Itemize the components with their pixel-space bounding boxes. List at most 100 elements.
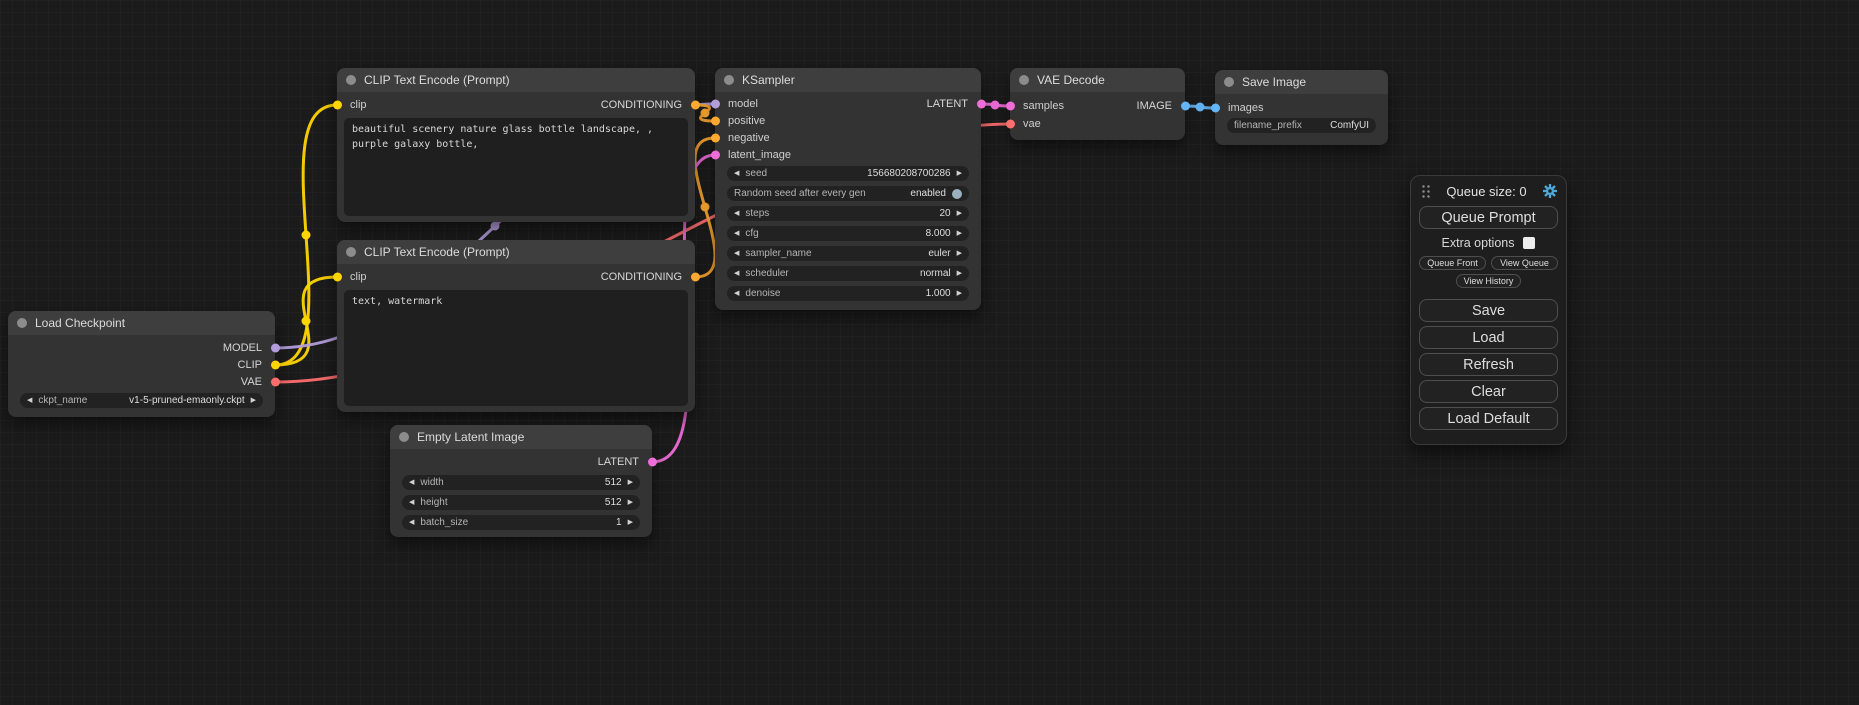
samples-input-dot[interactable] <box>1006 102 1015 111</box>
right-arrow-icon[interactable]: ▶ <box>628 499 633 506</box>
node-ksampler[interactable]: KSampler model LATENT positive negative … <box>715 68 981 310</box>
latent-output-dot[interactable] <box>977 99 986 108</box>
conditioning-output-dot[interactable] <box>691 101 700 110</box>
random-seed-toggle-icon[interactable] <box>952 189 962 199</box>
node-title-bar[interactable]: CLIP Text Encode (Prompt) <box>337 68 695 92</box>
right-arrow-icon[interactable]: ▶ <box>957 170 962 177</box>
node-title-bar[interactable]: Save Image <box>1215 70 1388 94</box>
scheduler-widget[interactable]: ◀ scheduler normal ▶ <box>727 266 969 281</box>
left-arrow-icon[interactable]: ◀ <box>734 250 739 257</box>
samples-input-label: samples <box>1023 100 1064 112</box>
left-arrow-icon[interactable]: ◀ <box>409 499 414 506</box>
node-title-text: VAE Decode <box>1037 73 1105 87</box>
height-widget[interactable]: ◀ height 512 ▶ <box>402 495 640 510</box>
settings-gear-icon[interactable] <box>1542 183 1558 199</box>
right-arrow-icon[interactable]: ▶ <box>628 519 633 526</box>
left-arrow-icon[interactable]: ◀ <box>734 210 739 217</box>
save-button[interactable]: Save <box>1419 299 1558 322</box>
node-status-dot-icon <box>724 75 734 85</box>
negative-input-label: negative <box>728 132 770 144</box>
node-title-bar[interactable]: CLIP Text Encode (Prompt) <box>337 240 695 264</box>
steps-widget[interactable]: ◀ steps 20 ▶ <box>727 206 969 221</box>
node-graph-canvas[interactable]: { "colors": { "model": "#B39DDB", "clip"… <box>0 0 1859 705</box>
queue-size-label: Queue size: 0 <box>1431 184 1542 199</box>
left-arrow-icon[interactable]: ◀ <box>734 170 739 177</box>
clear-button[interactable]: Clear <box>1419 380 1558 403</box>
left-arrow-icon[interactable]: ◀ <box>734 290 739 297</box>
model-input-label: model <box>728 98 758 110</box>
node-title-text: Save Image <box>1242 75 1306 89</box>
positive-input-dot[interactable] <box>711 116 720 125</box>
model-output-dot[interactable] <box>271 343 280 352</box>
view-history-button[interactable]: View History <box>1456 274 1522 288</box>
positive-prompt-text[interactable]: beautiful scenery nature glass bottle la… <box>344 118 688 216</box>
filename-prefix-widget[interactable]: filename_prefix ComfyUI <box>1227 118 1376 133</box>
load-button[interactable]: Load <box>1419 326 1558 349</box>
latent-output-label: LATENT <box>598 456 639 468</box>
latent-image-input-label: latent_image <box>728 149 791 161</box>
positive-input-label: positive <box>728 115 765 127</box>
cfg-widget[interactable]: ◀ cfg 8.000 ▶ <box>727 226 969 241</box>
vae-input-dot[interactable] <box>1006 120 1015 129</box>
clip-input-dot[interactable] <box>333 273 342 282</box>
right-arrow-icon[interactable]: ▶ <box>957 210 962 217</box>
right-arrow-icon[interactable]: ▶ <box>628 479 633 486</box>
left-arrow-icon[interactable]: ◀ <box>734 230 739 237</box>
negative-input-dot[interactable] <box>711 133 720 142</box>
node-save-image[interactable]: Save Image images filename_prefix ComfyU… <box>1215 70 1388 145</box>
left-arrow-icon[interactable]: ◀ <box>409 519 414 526</box>
images-input-dot[interactable] <box>1211 103 1220 112</box>
node-title-bar[interactable]: Load Checkpoint <box>8 311 275 335</box>
node-status-dot-icon <box>399 432 409 442</box>
drag-handle-icon[interactable] <box>1421 184 1431 198</box>
view-queue-button[interactable]: View Queue <box>1491 256 1558 270</box>
right-arrow-icon[interactable]: ▶ <box>957 270 962 277</box>
left-arrow-icon[interactable]: ◀ <box>734 270 739 277</box>
load-default-button[interactable]: Load Default <box>1419 407 1558 430</box>
node-title-text: CLIP Text Encode (Prompt) <box>364 245 510 259</box>
link-dot <box>491 222 500 231</box>
right-arrow-icon[interactable]: ▶ <box>957 290 962 297</box>
node-vae-decode[interactable]: VAE Decode samples IMAGE vae <box>1010 68 1185 140</box>
node-title-text: Empty Latent Image <box>417 430 524 444</box>
link-dot <box>1196 103 1205 112</box>
seed-widget[interactable]: ◀ seed 156680208700286 ▶ <box>727 166 969 181</box>
latent-output-label: LATENT <box>927 98 968 110</box>
sampler-name-widget[interactable]: ◀ sampler_name euler ▶ <box>727 246 969 261</box>
clip-input-dot[interactable] <box>333 101 342 110</box>
left-arrow-icon[interactable]: ◀ <box>409 479 414 486</box>
batch-size-widget[interactable]: ◀ batch_size 1 ▶ <box>402 515 640 530</box>
queue-front-button[interactable]: Queue Front <box>1419 256 1486 270</box>
node-empty-latent-image[interactable]: Empty Latent Image LATENT ◀ width 512 ▶ … <box>390 425 652 537</box>
node-clip-text-encode-negative[interactable]: CLIP Text Encode (Prompt) clip CONDITION… <box>337 240 695 412</box>
latent-output-dot[interactable] <box>648 458 657 467</box>
link-dot <box>302 231 311 240</box>
latent-image-input-dot[interactable] <box>711 150 720 159</box>
width-widget[interactable]: ◀ width 512 ▶ <box>402 475 640 490</box>
extra-options-checkbox[interactable] <box>1523 237 1535 249</box>
node-title-bar[interactable]: VAE Decode <box>1010 68 1185 92</box>
node-clip-text-encode-positive[interactable]: CLIP Text Encode (Prompt) clip CONDITION… <box>337 68 695 222</box>
clip-output-dot[interactable] <box>271 360 280 369</box>
vae-output-dot[interactable] <box>271 377 280 386</box>
node-load-checkpoint[interactable]: Load Checkpoint MODEL CLIP VAE ◀ ckpt_na… <box>8 311 275 417</box>
refresh-button[interactable]: Refresh <box>1419 353 1558 376</box>
queue-prompt-button[interactable]: Queue Prompt <box>1419 206 1558 229</box>
model-input-dot[interactable] <box>711 99 720 108</box>
random-seed-widget[interactable]: Random seed after every gen enabled <box>727 186 969 201</box>
image-output-dot[interactable] <box>1181 102 1190 111</box>
negative-prompt-text[interactable]: text, watermark <box>344 290 688 406</box>
node-status-dot-icon <box>1019 75 1029 85</box>
node-title-bar[interactable]: Empty Latent Image <box>390 425 652 449</box>
left-arrow-icon[interactable]: ◀ <box>27 397 32 404</box>
node-title-bar[interactable]: KSampler <box>715 68 981 92</box>
right-arrow-icon[interactable]: ▶ <box>957 230 962 237</box>
clip-input-label: clip <box>350 99 367 111</box>
right-arrow-icon[interactable]: ▶ <box>957 250 962 257</box>
vae-output-label: VAE <box>241 376 262 388</box>
right-arrow-icon[interactable]: ▶ <box>251 397 256 404</box>
ckpt-name-widget[interactable]: ◀ ckpt_name v1-5-pruned-emaonly.ckpt ▶ <box>20 393 263 408</box>
comfy-menu-panel[interactable]: Queue size: 0 Queue Prompt Extra options… <box>1410 175 1567 445</box>
denoise-widget[interactable]: ◀ denoise 1.000 ▶ <box>727 286 969 301</box>
conditioning-output-dot[interactable] <box>691 273 700 282</box>
